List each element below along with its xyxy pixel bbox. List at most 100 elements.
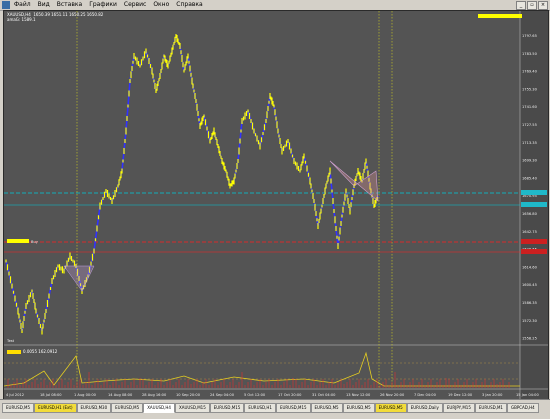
candle bbox=[106, 190, 109, 197]
candle bbox=[17, 307, 19, 315]
close-icon[interactable]: × bbox=[538, 1, 548, 10]
menu-item-1[interactable]: Вид bbox=[38, 0, 50, 10]
tab-7[interactable]: EURUSD,H1 bbox=[244, 403, 276, 413]
time-tick-label: 28 Aug 16:00 bbox=[142, 393, 167, 397]
tab-14[interactable]: EURUSD,M1 bbox=[474, 403, 507, 413]
candle bbox=[319, 212, 321, 220]
candle bbox=[66, 260, 68, 267]
candle bbox=[196, 103, 198, 111]
candle bbox=[362, 173, 364, 179]
candle bbox=[38, 318, 40, 324]
menu-item-5[interactable]: Окно bbox=[153, 0, 169, 10]
candle bbox=[279, 138, 281, 144]
menu-item-0[interactable]: Файл bbox=[14, 0, 31, 10]
candle bbox=[181, 55, 183, 62]
price-tick-label: 1558.25 bbox=[522, 337, 537, 341]
tab-3[interactable]: EURUSD,M5 bbox=[111, 403, 144, 413]
price-chart[interactable]: 1797.65 1783.50 1769.40 1755.30 1741.60 1727.… bbox=[3, 10, 549, 400]
time-tick-label: 10 Sep 20:00 bbox=[176, 393, 201, 397]
restore-icon[interactable]: ▫ bbox=[527, 1, 537, 10]
time-tick-label: 13 Nov 12:00 bbox=[346, 393, 371, 397]
tab-6[interactable]: EURUSD,M15 bbox=[209, 403, 245, 413]
tab-5[interactable]: XAUUSD,M15 bbox=[174, 403, 210, 413]
candle bbox=[293, 158, 295, 164]
menu-item-2[interactable]: Вставка bbox=[57, 0, 82, 10]
candle bbox=[345, 188, 347, 194]
candle bbox=[180, 50, 182, 55]
candle bbox=[314, 203, 316, 211]
candle bbox=[242, 116, 245, 121]
chart-canvas: 1797.65 1783.50 1769.40 1755.30 1741.60 1727.… bbox=[4, 11, 548, 399]
candle bbox=[148, 58, 150, 64]
candle bbox=[25, 303, 27, 309]
candle bbox=[134, 56, 137, 61]
menu-item-6[interactable]: Справка bbox=[176, 0, 202, 10]
candle bbox=[36, 314, 39, 318]
time-tick-label: 15 Jan 04:00 bbox=[516, 393, 539, 397]
candle bbox=[128, 90, 130, 97]
candle bbox=[348, 204, 350, 208]
tab-2[interactable]: EURUSD,M30 bbox=[76, 403, 112, 413]
candle bbox=[42, 323, 44, 329]
menu-item-3[interactable]: Графики bbox=[89, 0, 117, 10]
candle bbox=[291, 154, 294, 158]
candle bbox=[146, 54, 149, 58]
tab-4[interactable]: XAUUSD,H4 bbox=[143, 403, 175, 413]
candle bbox=[61, 266, 64, 274]
menu-item-4[interactable]: Сервис bbox=[124, 0, 146, 10]
candle bbox=[46, 300, 49, 307]
candle bbox=[182, 62, 184, 68]
candle bbox=[115, 187, 118, 193]
price-highlight-2 bbox=[521, 239, 547, 244]
top-right-marker bbox=[478, 14, 522, 18]
candle bbox=[33, 299, 35, 303]
tab-13[interactable]: EURJPY,M15 bbox=[442, 403, 475, 413]
candle bbox=[140, 59, 143, 66]
candle bbox=[245, 111, 248, 116]
candle bbox=[154, 83, 156, 89]
time-tick-label: 24 Sep 04:00 bbox=[210, 393, 235, 397]
candle bbox=[275, 116, 277, 121]
tab-9[interactable]: EURUSD,M5 bbox=[310, 403, 343, 413]
candle bbox=[159, 73, 161, 79]
app-icon[interactable] bbox=[2, 1, 10, 9]
tab-11[interactable]: EURUSD,M5 bbox=[374, 403, 407, 413]
candle bbox=[207, 131, 210, 139]
price-highlight-1 bbox=[521, 202, 547, 207]
candle bbox=[248, 113, 251, 119]
candle bbox=[273, 104, 275, 108]
tab-12[interactable]: EURUSD,Daily bbox=[406, 403, 443, 413]
tab-0[interactable]: EURUSD,M5 bbox=[2, 403, 35, 413]
tab-1[interactable]: EURUSD,H1 (Ext) bbox=[34, 403, 77, 413]
candle bbox=[214, 132, 216, 138]
candle bbox=[44, 313, 46, 319]
candle bbox=[337, 243, 339, 249]
candle bbox=[39, 324, 42, 328]
candle bbox=[309, 177, 311, 185]
minimize-icon[interactable]: _ bbox=[516, 1, 526, 10]
candle bbox=[355, 176, 357, 181]
pattern-shape-2 bbox=[63, 265, 95, 292]
candle bbox=[344, 193, 346, 201]
candle bbox=[124, 139, 126, 143]
candle bbox=[329, 167, 331, 175]
tab-15[interactable]: GBPCAD,H4 bbox=[506, 403, 539, 413]
candle bbox=[11, 283, 13, 289]
candle bbox=[280, 144, 282, 148]
candle bbox=[8, 271, 10, 276]
candle bbox=[192, 83, 194, 89]
price-tick-label: 1699.30 bbox=[522, 159, 538, 163]
candle bbox=[34, 302, 36, 310]
price-tick-label: 1642.75 bbox=[522, 230, 537, 234]
candle bbox=[267, 106, 269, 111]
tab-8[interactable]: EURUSD,M15 bbox=[275, 403, 311, 413]
candle bbox=[136, 57, 138, 65]
candle bbox=[96, 225, 98, 232]
candle bbox=[234, 173, 236, 179]
tab-10[interactable]: EURUSD,M5 bbox=[342, 403, 375, 413]
candle bbox=[137, 61, 140, 66]
time-tick-label: 4 Jul 2012 bbox=[6, 393, 24, 397]
candle bbox=[48, 293, 50, 299]
candle bbox=[336, 235, 338, 239]
time-tick-label: 26 Nov 20:00 bbox=[380, 393, 405, 397]
